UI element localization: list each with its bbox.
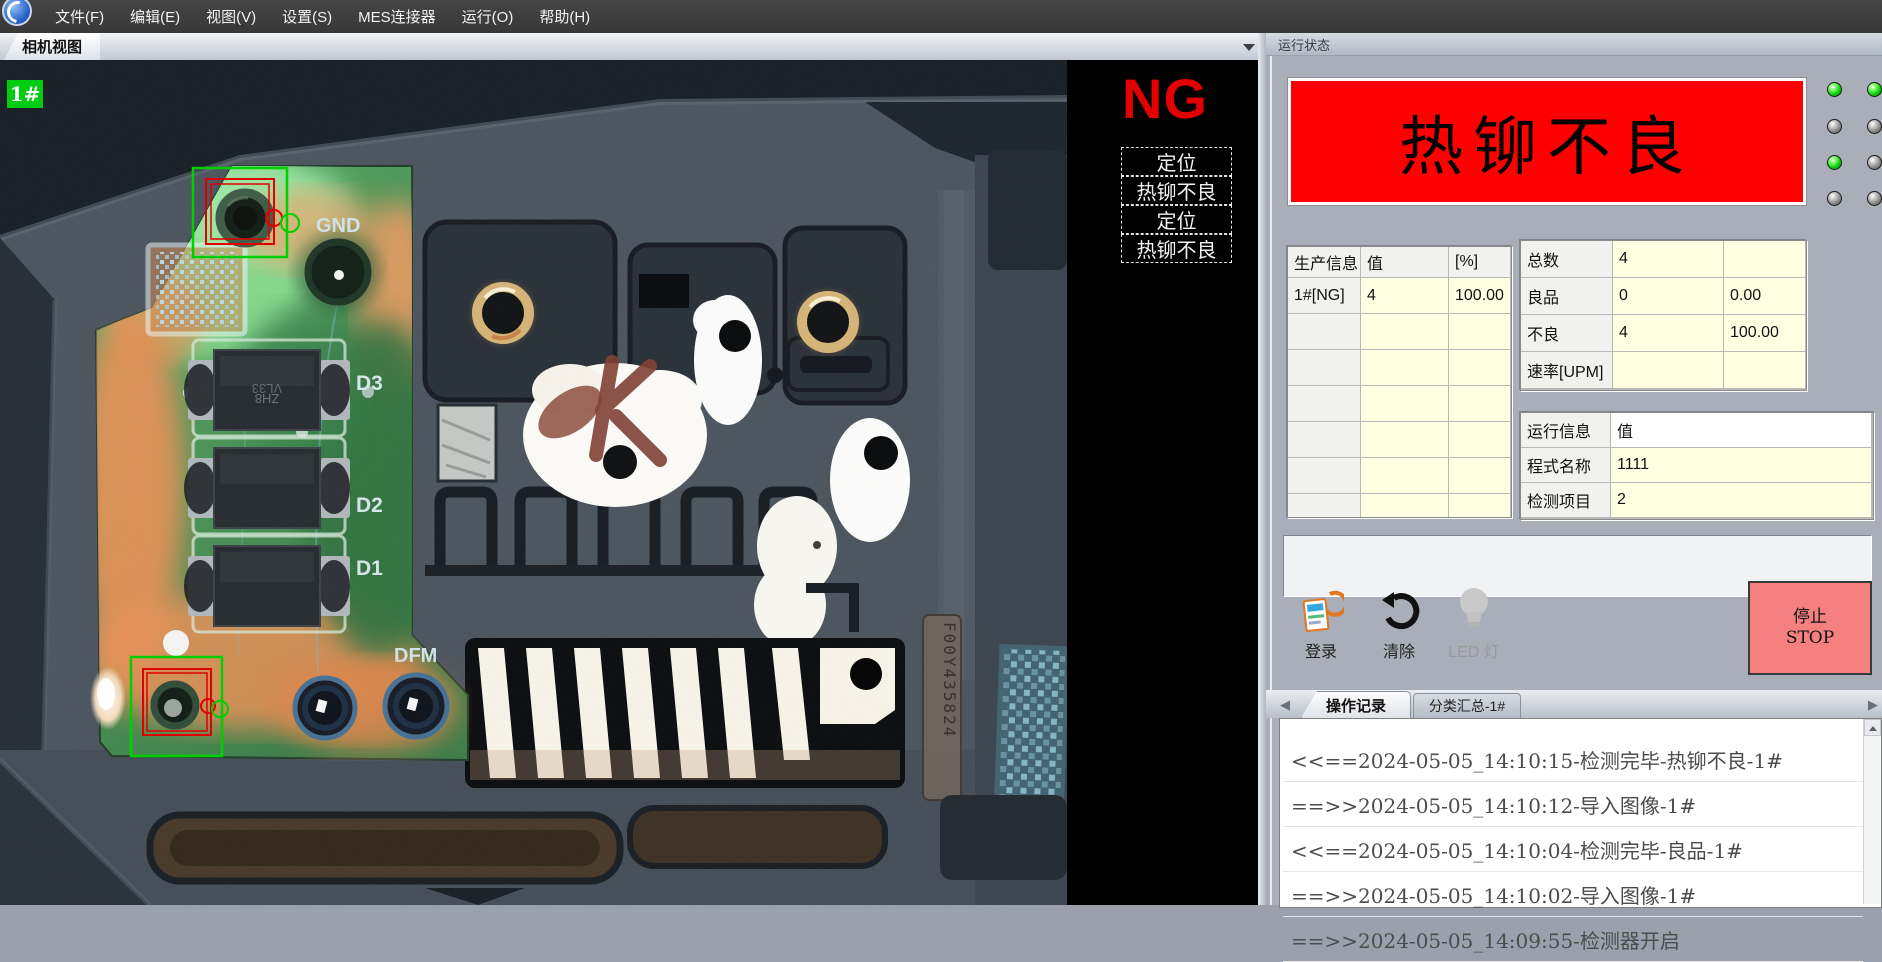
panel-divider[interactable]	[1258, 33, 1266, 905]
table-cell: 4	[1361, 278, 1448, 313]
login-button[interactable]: 登录	[1291, 638, 1351, 662]
status-light	[1827, 191, 1842, 206]
stat-label: 不良	[1521, 315, 1612, 351]
col-header: [%]	[1449, 247, 1510, 277]
table-cell: 100.00	[1449, 278, 1510, 313]
clear-icon[interactable]	[1380, 590, 1424, 634]
result-banner: 热铆不良	[1288, 78, 1806, 205]
camera-image: F00Y435824	[0, 60, 1067, 905]
overlay-label-0: 定位	[1121, 147, 1232, 176]
stat-percent	[1724, 241, 1805, 277]
login-icon[interactable]	[1300, 588, 1344, 636]
panel-frame	[1270, 56, 1272, 905]
menu-view[interactable]: 视图(V)	[206, 6, 256, 27]
camera-tab-bar: 相机视图	[0, 33, 1258, 61]
overlay-label-3: 热铆不良	[1121, 234, 1232, 263]
menu-help[interactable]: 帮助(H)	[539, 6, 590, 27]
run-value: 1111	[1611, 448, 1871, 482]
stop-button-en: STOP	[1786, 628, 1834, 649]
led-light-button[interactable]: LED 灯	[1444, 638, 1504, 662]
col-header: 值	[1361, 247, 1448, 277]
stat-value: 0	[1613, 278, 1723, 314]
col-header: 生产信息	[1288, 247, 1360, 277]
run-label: 运行信息	[1521, 413, 1610, 447]
tab-scroll-right-icon[interactable]: ▶	[1868, 697, 1878, 713]
status-light	[1867, 155, 1882, 170]
log-entry[interactable]: ==>>2024-05-05_14:09:55-检测器开启	[1283, 917, 1863, 962]
stop-button-cn: 停止	[1793, 607, 1827, 628]
pcb-inspection-photo: F00Y435824	[0, 60, 1067, 905]
status-light	[1867, 119, 1882, 134]
status-light	[1827, 119, 1842, 134]
log-entry[interactable]: ==>>2024-05-05_14:10:12-导入图像-1#	[1283, 782, 1863, 827]
run-label: 检测项目	[1521, 483, 1610, 517]
run-info-table: 运行信息 值 程式名称 1111 检测项目 2	[1520, 412, 1874, 520]
run-label: 程式名称	[1521, 448, 1610, 482]
stat-label: 良品	[1521, 278, 1612, 314]
production-info-table: 生产信息 值 [%] 1#[NG] 4 100.00	[1287, 246, 1512, 518]
chevron-down-icon[interactable]	[1243, 44, 1255, 51]
status-light	[1867, 191, 1882, 206]
status-light	[1827, 155, 1842, 170]
run-status-panel-title: 运行状态	[1266, 33, 1882, 56]
stat-percent: 0.00	[1724, 278, 1805, 314]
stat-percent: 100.00	[1724, 315, 1805, 351]
machine-vision-app: 文件(F) 编辑(E) 视图(V) 设置(S) MES连接器 运行(O) 帮助(…	[0, 0, 1882, 905]
status-light	[1827, 82, 1842, 97]
log-entry[interactable]: <<==2024-05-05_14:10:04-检测完毕-良品-1#	[1283, 827, 1863, 872]
stat-value: 4	[1613, 241, 1723, 277]
stop-button[interactable]: 停止 STOP	[1748, 581, 1872, 675]
stat-label: 总数	[1521, 241, 1612, 277]
tab-scroll-left-icon[interactable]: ◀	[1280, 697, 1290, 713]
log-entry[interactable]: ==>>2024-05-05_14:10:02-导入图像-1#	[1283, 872, 1863, 917]
led-light-icon[interactable]	[1452, 584, 1496, 634]
run-value: 值	[1611, 413, 1871, 447]
scroll-up-icon[interactable]	[1864, 719, 1881, 736]
menu-bar: 文件(F) 编辑(E) 视图(V) 设置(S) MES连接器 运行(O) 帮助(…	[0, 0, 1882, 33]
stat-percent	[1724, 352, 1805, 388]
overlay-label-2: 定位	[1121, 205, 1232, 234]
menu-mes-connector[interactable]: MES连接器	[358, 6, 436, 27]
inspection-result-text: NG	[1110, 66, 1220, 131]
tab-class-summary[interactable]: 分类汇总-1#	[1413, 693, 1521, 718]
overlay-label-1: 热铆不良	[1121, 176, 1232, 205]
table-cell: 1#[NG]	[1288, 278, 1360, 313]
status-light	[1867, 82, 1882, 97]
stat-label: 速率[UPM]	[1521, 352, 1612, 388]
tab-operation-log[interactable]: 操作记录	[1301, 691, 1411, 718]
menu-file[interactable]: 文件(F)	[55, 6, 104, 27]
camera-index-badge: 1#	[7, 80, 43, 108]
tab-camera-view[interactable]: 相机视图	[4, 33, 100, 60]
log-scrollbar[interactable]	[1863, 719, 1881, 904]
log-entry[interactable]: <<==2024-05-05_14:10:15-检测完毕-热铆不良-1#	[1283, 737, 1863, 782]
menu-run[interactable]: 运行(O)	[462, 6, 514, 27]
menu-edit[interactable]: 编辑(E)	[130, 6, 180, 27]
stat-value	[1613, 352, 1723, 388]
stats-table: 总数 4 良品 0 0.00 不良 4 100.00 速率[UPM]	[1520, 240, 1807, 391]
clear-button[interactable]: 清除	[1369, 638, 1429, 662]
menu-settings[interactable]: 设置(S)	[282, 6, 332, 27]
run-value: 2	[1611, 483, 1871, 517]
stat-value: 4	[1613, 315, 1723, 351]
